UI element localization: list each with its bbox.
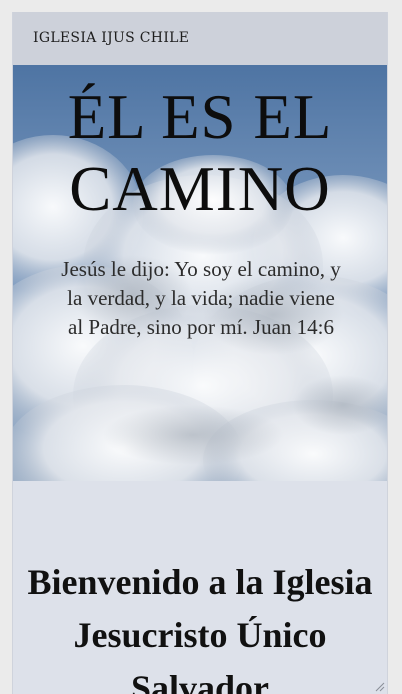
hero-verse: Jesús le dijo: Yo soy el camino, y la ve… xyxy=(61,257,341,339)
page-frame: IGLESIA IJUS CHILE ÉL ES EL CAMINO Jesús… xyxy=(12,12,388,694)
site-title-link[interactable]: IGLESIA IJUS CHILE xyxy=(33,30,189,46)
welcome-heading: Bienvenido a la Iglesia Jesucristo Único… xyxy=(27,562,373,694)
hero-banner: ÉL ES EL CAMINO Jesús le dijo: Yo soy el… xyxy=(13,65,387,481)
resize-grip-icon[interactable] xyxy=(373,680,385,692)
hero-title: ÉL ES EL CAMINO xyxy=(67,82,333,224)
site-header: IGLESIA IJUS CHILE xyxy=(13,12,387,65)
